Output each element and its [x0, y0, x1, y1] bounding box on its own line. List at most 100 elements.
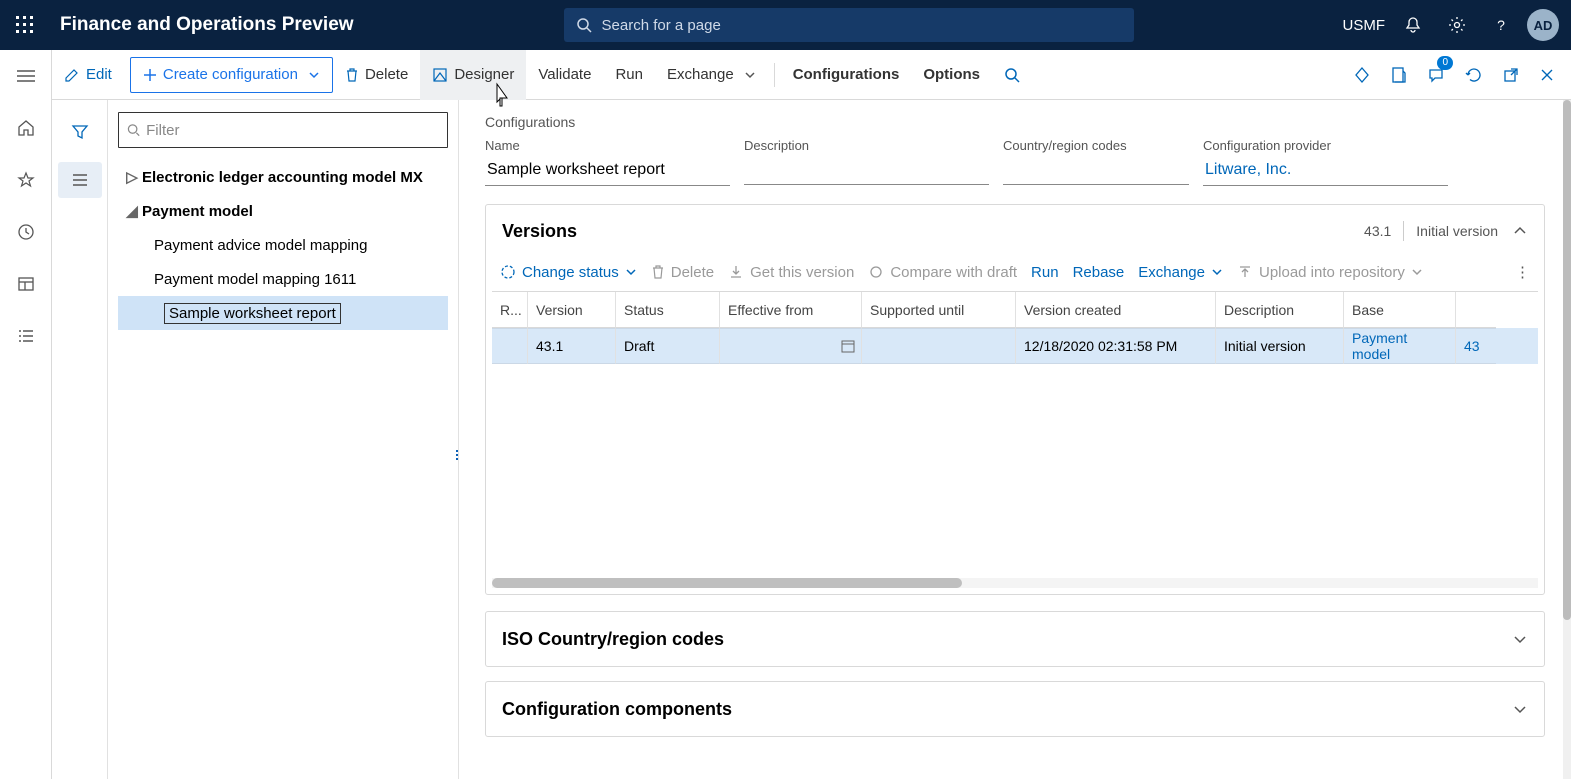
related-info-icon[interactable] [58, 162, 102, 198]
create-configuration-button[interactable]: Create configuration [130, 57, 333, 93]
svg-text:?: ? [1497, 17, 1505, 33]
search-icon [127, 123, 140, 137]
col-created[interactable]: Version created [1016, 292, 1216, 328]
search-box[interactable] [564, 8, 1134, 42]
versions-panel: Versions 43.1 Initial version Change sta… [485, 204, 1545, 595]
close-icon[interactable] [1529, 50, 1565, 100]
company-code[interactable]: USMF [1343, 17, 1386, 34]
options-button[interactable]: Options [911, 50, 992, 100]
filter-input[interactable] [146, 122, 439, 139]
iso-title: ISO Country/region codes [502, 629, 724, 650]
calendar-icon[interactable] [841, 339, 855, 353]
col-supported[interactable]: Supported until [862, 292, 1016, 328]
messages-icon[interactable]: 0 [1417, 50, 1455, 100]
rebase-button[interactable]: Rebase [1073, 264, 1125, 281]
change-status-button[interactable]: Change status [500, 264, 637, 281]
refresh-icon[interactable] [1455, 50, 1493, 100]
tree-item[interactable]: ▷Electronic ledger accounting model MX [118, 160, 448, 194]
desc-value[interactable] [744, 157, 989, 185]
chevron-down-icon [625, 266, 637, 278]
delete-label: Delete [365, 66, 408, 83]
workspaces-icon[interactable] [0, 268, 52, 300]
col-status[interactable]: Status [616, 292, 720, 328]
components-panel[interactable]: Configuration components [485, 681, 1545, 737]
configurations-tab[interactable]: Configurations [781, 50, 912, 100]
compare-button[interactable]: Compare with draft [868, 264, 1017, 281]
breadcrumb[interactable]: Configurations [485, 114, 1545, 130]
user-avatar[interactable]: AD [1527, 9, 1559, 41]
search-icon [576, 17, 592, 33]
collapse-panel-icon[interactable] [1512, 223, 1528, 239]
filter-box[interactable] [118, 112, 448, 148]
filter-pane-icon[interactable] [58, 114, 102, 150]
tree-item-selected[interactable]: Sample worksheet report [118, 296, 448, 330]
version-meta-number: 43.1 [1364, 223, 1391, 239]
tree-item[interactable]: Payment advice model mapping [118, 228, 448, 262]
left-rail [0, 50, 52, 779]
col-base[interactable]: Base [1344, 292, 1456, 328]
crc-value[interactable] [1003, 157, 1189, 185]
recent-icon[interactable] [0, 216, 52, 248]
config-tree: ▷Electronic ledger accounting model MX ◢… [118, 160, 448, 330]
chevron-down-icon [1211, 266, 1223, 278]
validate-button[interactable]: Validate [526, 50, 603, 100]
status-icon [500, 264, 516, 280]
app-launcher-icon[interactable] [0, 0, 50, 50]
diamond-icon[interactable] [1343, 50, 1381, 100]
find-button[interactable] [992, 50, 1032, 100]
popout-icon[interactable] [1493, 50, 1529, 100]
delete-version-button[interactable]: Delete [651, 264, 714, 281]
home-icon[interactable] [0, 112, 52, 144]
side-panel-rail [52, 100, 108, 779]
tree-panel: ▷Electronic ledger accounting model MX ◢… [108, 100, 459, 779]
provider-value[interactable]: Litware, Inc. [1203, 157, 1448, 186]
attachments-icon[interactable] [1381, 50, 1417, 100]
modules-icon[interactable] [0, 320, 52, 352]
horizontal-scrollbar[interactable] [492, 578, 1538, 588]
col-version[interactable]: Version [528, 292, 616, 328]
hamburger-icon[interactable] [0, 60, 52, 92]
tree-item[interactable]: Payment model mapping 1611 [118, 262, 448, 296]
app-title: Finance and Operations Preview [60, 14, 354, 36]
upload-button[interactable]: Upload into repository [1237, 264, 1423, 281]
field-name: NameSample worksheet report [485, 138, 730, 186]
top-bar: Finance and Operations Preview USMF ? AD [0, 0, 1571, 50]
components-title: Configuration components [502, 699, 732, 720]
get-version-button[interactable]: Get this version [728, 264, 854, 281]
chevron-down-icon[interactable] [1512, 701, 1528, 717]
download-icon [728, 264, 744, 280]
exchange-version-button[interactable]: Exchange [1138, 264, 1223, 281]
exchange-button[interactable]: Exchange [655, 50, 768, 100]
col-desc[interactable]: Description [1216, 292, 1344, 328]
name-value[interactable]: Sample worksheet report [485, 157, 730, 186]
col-effective[interactable]: Effective from [720, 292, 862, 328]
help-icon[interactable]: ? [1479, 0, 1523, 50]
more-button[interactable]: ⋮ [1515, 263, 1530, 281]
field-description: Description [744, 138, 989, 186]
compare-icon [868, 264, 884, 280]
search-icon [1004, 67, 1020, 83]
search-input[interactable] [602, 17, 1122, 34]
col-base-version[interactable] [1456, 292, 1496, 328]
settings-icon[interactable] [1435, 0, 1479, 50]
iso-panel[interactable]: ISO Country/region codes [485, 611, 1545, 667]
designer-button[interactable]: Designer [420, 50, 526, 100]
field-provider: Configuration providerLitware, Inc. [1203, 138, 1448, 186]
trash-icon [345, 67, 359, 83]
notifications-icon[interactable] [1391, 0, 1435, 50]
run-version-button[interactable]: Run [1031, 264, 1059, 281]
designer-icon [432, 67, 448, 83]
tree-item[interactable]: ◢Payment model [118, 194, 448, 228]
table-row[interactable]: 43.1 Draft 12/18/2020 02:31:58 PM Initia… [492, 328, 1538, 364]
expand-icon[interactable]: ▷ [122, 168, 142, 186]
col-r[interactable]: R... [492, 292, 528, 328]
run-button[interactable]: Run [603, 50, 655, 100]
vertical-scrollbar[interactable] [1563, 100, 1571, 779]
favorites-icon[interactable] [0, 164, 52, 196]
collapse-icon[interactable]: ◢ [122, 202, 142, 220]
chevron-down-icon [1411, 266, 1423, 278]
edit-button[interactable]: Edit [52, 50, 124, 100]
delete-button[interactable]: Delete [333, 50, 420, 100]
chevron-down-icon[interactable] [1512, 631, 1528, 647]
trash-icon [651, 264, 665, 280]
